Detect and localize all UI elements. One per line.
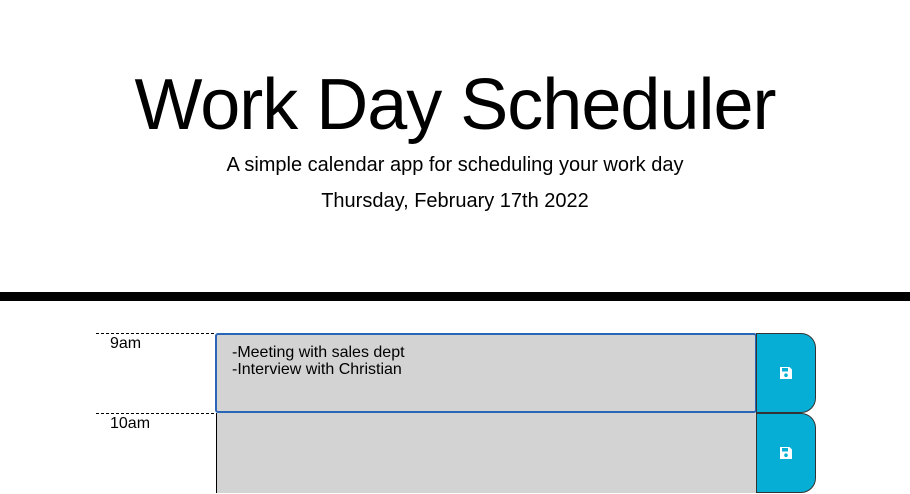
time-block-10am: 10am	[96, 413, 816, 493]
current-day: Thursday, February 17th 2022	[321, 190, 589, 212]
hour-label: 10am	[110, 415, 151, 432]
hour-label: 9am	[110, 335, 142, 352]
save-button[interactable]	[756, 413, 816, 493]
floppy-disk-icon	[779, 446, 793, 460]
app-title: Work Day Scheduler	[134, 65, 777, 145]
event-description-input[interactable]	[216, 413, 756, 493]
jumbotron-header: Work Day Scheduler A simple calendar app…	[0, 0, 910, 292]
hour-cell: 9am	[96, 333, 214, 413]
save-button[interactable]	[756, 333, 816, 413]
app-subtitle: A simple calendar app for scheduling you…	[226, 154, 684, 176]
header-divider	[0, 292, 910, 301]
hour-cell: 10am	[96, 413, 214, 493]
event-description-input[interactable]: -Meeting with sales dept -Interview with…	[215, 333, 757, 413]
time-block-9am: 9am -Meeting with sales dept -Interview …	[96, 333, 816, 413]
floppy-disk-icon	[779, 366, 793, 380]
schedule-container: 9am -Meeting with sales dept -Interview …	[96, 333, 816, 493]
